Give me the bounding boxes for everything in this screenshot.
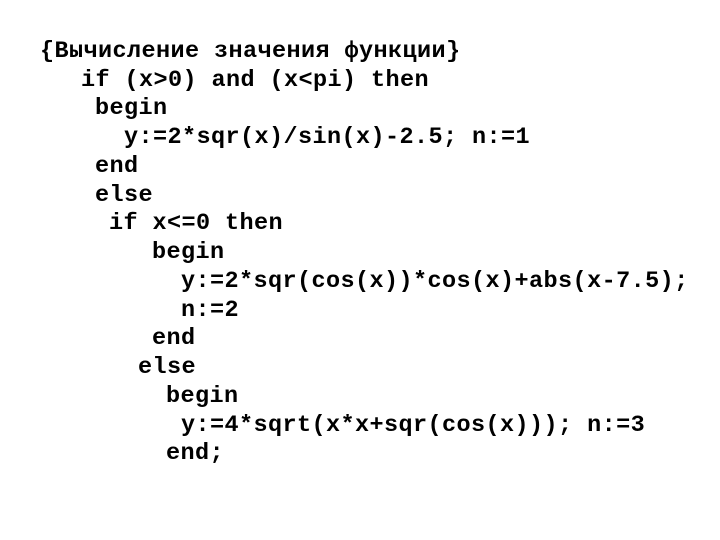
code-assign-2: y:=2*sqr(cos(x))*cos(x)+abs(x-7.5); xyxy=(181,268,689,295)
code-slide: {Вычисление значения функции} if (x>0) a… xyxy=(0,0,720,540)
code-if-outer: if (x>0) and (x<pi) then xyxy=(81,67,430,94)
code-assign-1: y:=2*sqr(x)/sin(x)-2.5; n:=1 xyxy=(124,124,531,151)
code-assign-n2: n:=2 xyxy=(181,297,240,324)
code-end-3: end; xyxy=(166,440,225,467)
code-begin-1: begin xyxy=(95,95,168,122)
code-begin-3: begin xyxy=(166,383,239,410)
code-else-1: else xyxy=(95,182,154,209)
code-end-2: end xyxy=(152,325,196,352)
code-begin-2: begin xyxy=(152,239,225,266)
code-assign-3: y:=4*sqrt(x*x+sqr(cos(x))); n:=3 xyxy=(181,412,646,439)
code-else-2: else xyxy=(138,354,197,381)
code-end-1: end xyxy=(95,153,139,180)
code-if-inner: if x<=0 then xyxy=(109,210,284,237)
code-comment: {Вычисление значения функции} xyxy=(40,38,461,65)
